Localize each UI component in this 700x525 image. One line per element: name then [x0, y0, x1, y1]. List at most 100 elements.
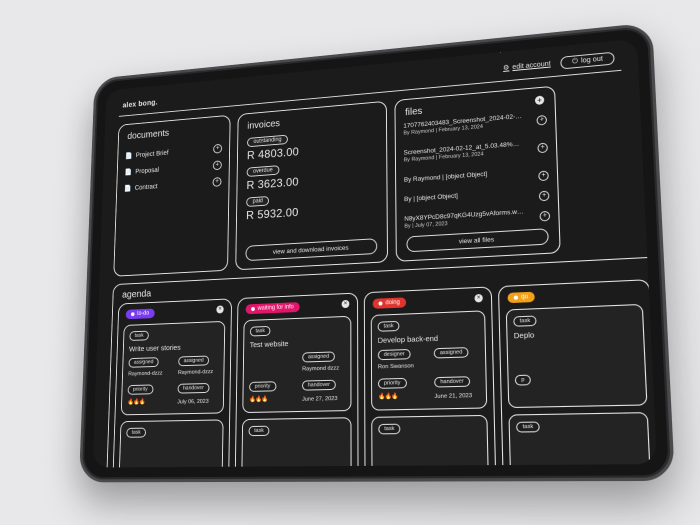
close-icon[interactable]: ×	[474, 293, 483, 303]
logout-button[interactable]: ⏻ log out	[560, 51, 615, 70]
designer-tag: designer	[377, 348, 411, 361]
file-item[interactable]: By | [object Object] +	[404, 187, 550, 204]
task-card[interactable]: task Write user stories assigned assigne…	[120, 320, 226, 416]
assignee-name: Ron Swanson	[377, 363, 414, 371]
view-invoices-button[interactable]: view and download invoices	[245, 238, 378, 262]
stage: alex bong. ⚙ edit account ⏻ log out docu…	[0, 0, 700, 525]
agenda-panel: agenda to-do × task Write user stories a…	[106, 256, 658, 468]
tablet-device: alex bong. ⚙ edit account ⏻ log out docu…	[78, 22, 675, 483]
invoice-amount-paid: R 5932.00	[245, 205, 299, 223]
document-icon: 📄	[124, 152, 133, 160]
agenda-column-queued: qu task Deplo p task	[497, 279, 658, 468]
assignee-name: Raymond-dzzz	[128, 370, 163, 378]
task-card[interactable]: task Test website assigned Raymond dzzz …	[242, 315, 352, 414]
handover-tag: handover	[434, 376, 471, 388]
document-icon: 📄	[123, 185, 132, 193]
handover-date: June 27, 2023	[301, 395, 338, 403]
view-all-files-button[interactable]: view all files	[406, 228, 549, 253]
task-card[interactable]: task	[371, 414, 490, 468]
assigned-tag: assigned	[433, 347, 469, 359]
status-label: waiting for info	[257, 304, 294, 312]
files-panel: files + 1707762403483_Screenshot_2024-02…	[394, 85, 561, 262]
edit-account-label: edit account	[512, 60, 551, 72]
logout-icon: ⏻	[572, 58, 579, 66]
task-title: Test website	[249, 339, 289, 350]
status-badge: waiting for info	[245, 302, 300, 315]
document-icon: 📄	[124, 168, 133, 176]
add-icon[interactable]: +	[213, 143, 223, 154]
priority-tag: priority	[377, 377, 407, 389]
assignee-name: Raymond dzzz	[302, 365, 340, 373]
priority-tag: priority	[127, 384, 154, 395]
task-type-tag: task	[129, 330, 149, 341]
handover-date: June 21, 2023	[434, 392, 473, 401]
file-item[interactable]: N8yX8YPcD8c97qKG4Uzg5vAforms.webp By | J…	[404, 207, 551, 230]
task-type-tag: task	[249, 325, 271, 337]
task-title: Develop back-end	[377, 333, 439, 345]
add-icon[interactable]: +	[538, 170, 549, 182]
task-type-tag: task	[248, 425, 270, 437]
close-icon[interactable]: ×	[216, 305, 224, 314]
agenda-title: agenda	[121, 288, 152, 301]
handover-date: July 06, 2023	[177, 398, 209, 406]
task-type-tag: task	[513, 315, 537, 327]
status-label: doing	[385, 299, 400, 307]
document-item[interactable]: 📄 Contract +	[124, 175, 222, 195]
task-type-tag: task	[516, 421, 540, 433]
task-type-tag: task	[378, 423, 401, 435]
task-card[interactable]: task	[240, 417, 352, 468]
assigned-tag: assigned	[302, 351, 335, 363]
add-icon[interactable]: +	[212, 177, 222, 187]
agenda-column-todo: to-do × task Write user stories assigned…	[111, 298, 233, 468]
logout-label: log out	[580, 55, 604, 65]
file-item[interactable]: Screenshot_2024-02-12_at_5.03.48%E2%80%A…	[404, 139, 548, 163]
files-title: files	[405, 106, 423, 119]
invoice-status-paid: paid	[246, 195, 270, 207]
invoice-amount-outstanding: R 4803.00	[246, 144, 299, 163]
document-label: Proposal	[135, 166, 160, 175]
task-title: Write user stories	[128, 342, 181, 354]
close-icon[interactable]: ×	[341, 299, 350, 309]
task-card[interactable]: task	[508, 412, 653, 468]
status-badge: doing	[372, 297, 406, 309]
task-card[interactable]: task Develop back-end designer assigned …	[370, 310, 488, 411]
invoices-title: invoices	[247, 118, 280, 132]
documents-title: documents	[127, 128, 170, 142]
file-item[interactable]: 1707762403483_Screenshot_2024-02-12_at_5…	[403, 111, 548, 136]
task-type-tag: task	[377, 320, 400, 332]
assigned-tag: assigned	[128, 357, 159, 368]
document-label: Contract	[134, 183, 158, 192]
add-icon[interactable]: +	[538, 190, 550, 202]
edit-account-link[interactable]: ⚙ edit account	[503, 61, 551, 72]
file-name: By Raymond | [object Object]	[403, 170, 488, 184]
assigned-tag: assigned	[178, 355, 210, 367]
status-label: to-do	[137, 310, 150, 317]
file-name: By | [object Object]	[404, 192, 458, 204]
handover-tag: handover	[302, 379, 336, 391]
status-label: qu	[521, 294, 529, 301]
agenda-column-doing: doing × task Develop back-end designer a…	[363, 286, 497, 468]
agenda-column-waiting: waiting for info × task Test website ass…	[234, 292, 359, 468]
gear-icon: ⚙	[502, 64, 510, 72]
priority-flame-icon: 🔥🔥🔥	[248, 396, 268, 403]
app-screen: alex bong. ⚙ edit account ⏻ log out docu…	[92, 38, 658, 468]
task-title: Deplo	[513, 330, 535, 341]
documents-panel: documents 📄 Project Brief + 📄 Proposal +…	[113, 114, 231, 277]
task-card[interactable]: task	[117, 419, 224, 468]
invoices-panel: invoices outstanding R 4803.00 overdue R…	[235, 100, 389, 271]
top-actions: ⚙ edit account ⏻ log out	[503, 51, 615, 75]
add-icon[interactable]: +	[212, 160, 222, 171]
add-file-icon[interactable]: +	[534, 95, 545, 106]
assignee-name: Raymond-dzzz	[177, 369, 214, 377]
status-badge: qu	[507, 291, 535, 304]
document-label: Project Brief	[135, 149, 169, 159]
handover-tag: handover	[177, 382, 210, 394]
priority-flame-icon: 🔥🔥🔥	[378, 393, 398, 401]
task-type-tag: task	[126, 427, 147, 438]
file-item[interactable]: By Raymond | [object Object] +	[403, 166, 549, 184]
invoice-status-overdue: overdue	[246, 165, 280, 177]
brand-name: alex bong.	[122, 98, 158, 110]
priority-flame-icon: 🔥🔥🔥	[127, 399, 145, 406]
task-card[interactable]: task Deplo p	[505, 303, 648, 409]
invoice-amount-overdue: R 3623.00	[246, 174, 299, 192]
